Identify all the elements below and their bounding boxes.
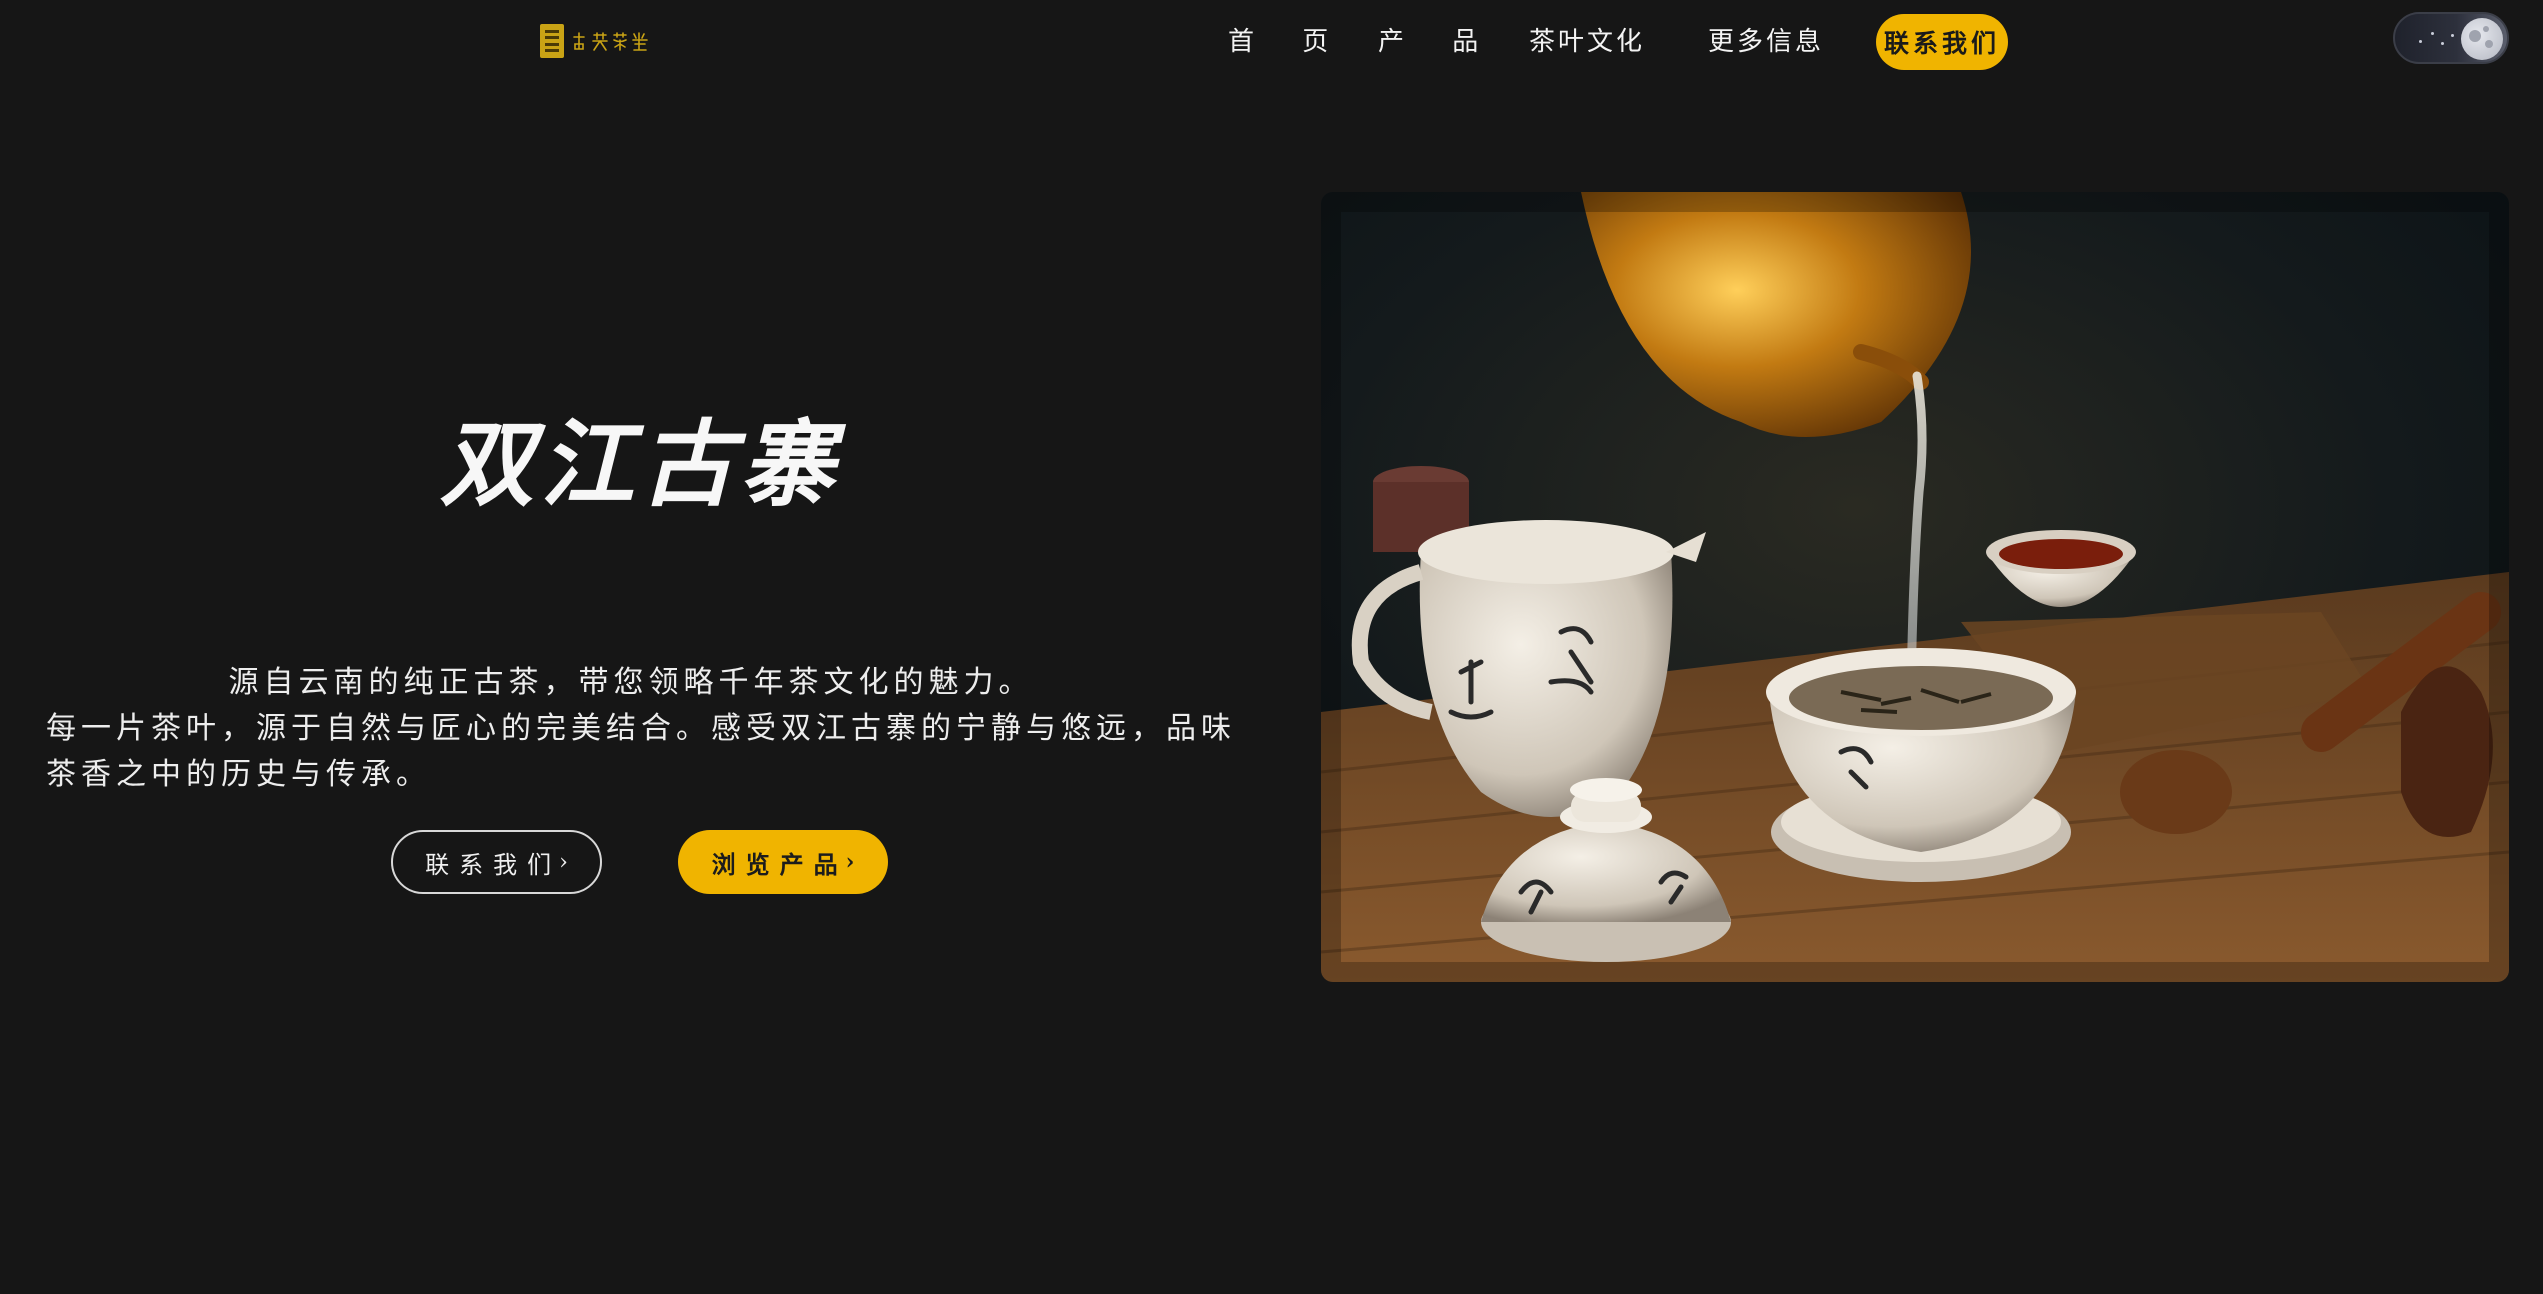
nav-item-products[interactable]: 产 品 <box>1378 14 1498 70</box>
contact-us-nav-button[interactable]: 联系我们 <box>1876 14 2008 70</box>
hero-description-line-1: 源自云南的纯正古茶，带您领略千年茶文化的魅力。 <box>228 665 1034 700</box>
contact-us-button[interactable]: 联系我们 › <box>391 830 602 894</box>
star-icon <box>2441 42 2444 45</box>
star-icon <box>2431 32 2434 35</box>
star-icon <box>2419 40 2422 43</box>
site-header: 首 页 产 品 茶叶文化 更多信息 联系我们 <box>0 0 2543 84</box>
moon-icon <box>2461 18 2503 60</box>
hero-description: 源自云南的纯正古茶，带您领略千年茶文化的魅力。 每一片茶叶，源于自然与匠心的完美… <box>46 660 1246 798</box>
chevron-right-icon: › <box>845 849 855 875</box>
star-icon <box>2451 34 2454 37</box>
main-nav: 首 页 产 品 茶叶文化 更多信息 <box>0 14 2543 70</box>
hero-title: 双江古寨 <box>439 410 840 520</box>
chevron-right-icon: › <box>559 849 568 875</box>
tea-ceremony-photo <box>1321 192 2509 982</box>
theme-toggle[interactable] <box>2393 12 2509 64</box>
nav-item-more-info[interactable]: 更多信息 <box>1708 14 1824 70</box>
contact-us-label: 联系我们 <box>425 850 562 879</box>
tea-ceremony-illustration <box>1321 192 2509 982</box>
hero-description-line-2: 每一片茶叶，源于自然与匠心的完美结合。感受双江古寨的宁静与悠远，品味茶香之中的历… <box>46 711 1236 792</box>
browse-products-button[interactable]: 浏览产品 › <box>678 830 888 894</box>
browse-products-label: 浏览产品 <box>711 849 848 879</box>
nav-item-culture[interactable]: 茶叶文化 <box>1529 14 1645 70</box>
nav-item-home[interactable]: 首 页 <box>1228 14 1348 70</box>
